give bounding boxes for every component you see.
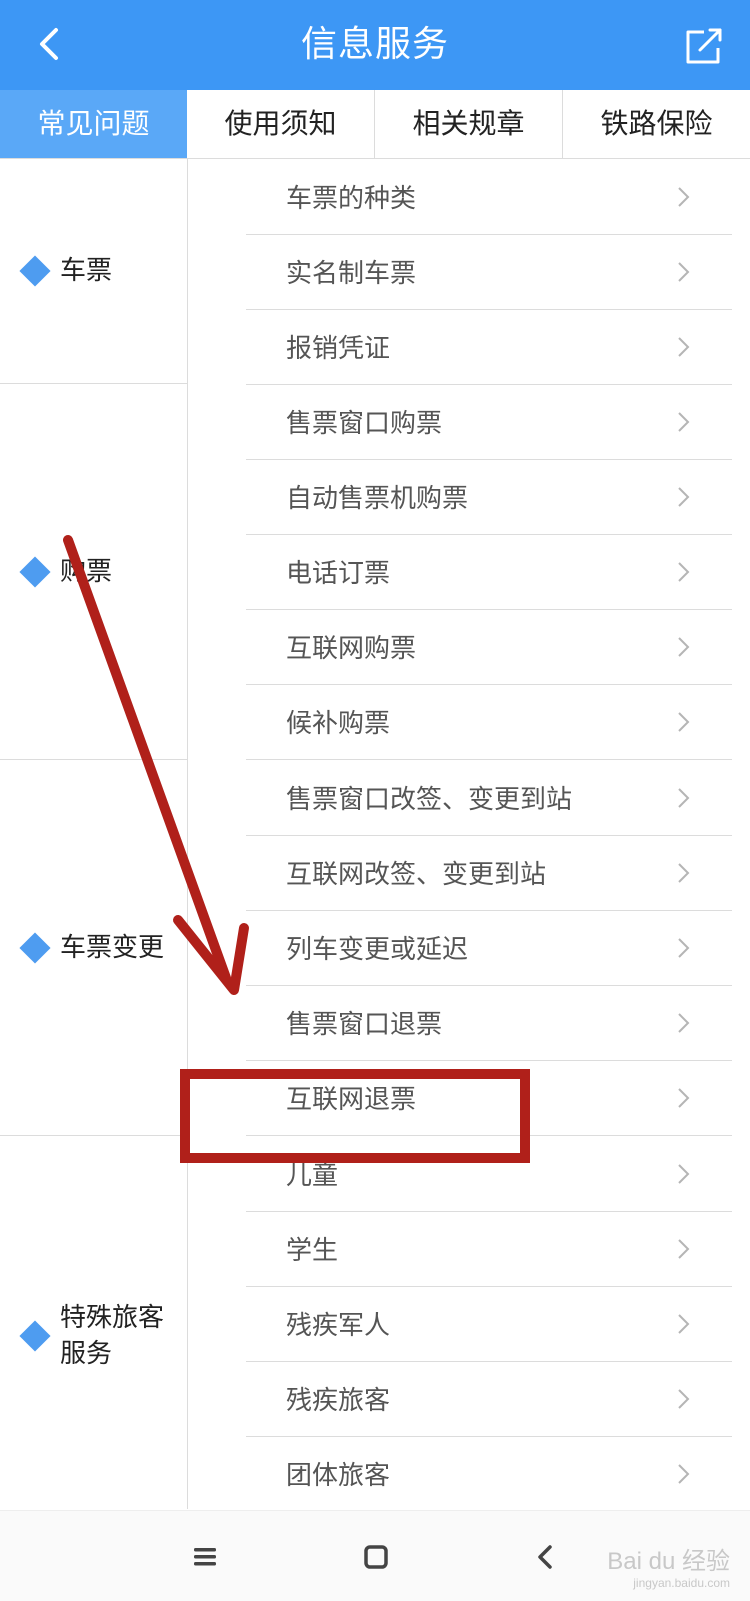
chevron-right-icon — [678, 711, 690, 732]
category-special-passengers[interactable]: 特殊旅客服务 — [0, 1136, 188, 1509]
tab-railway-insurance[interactable]: 铁路保险 — [563, 90, 750, 158]
category-tickets[interactable]: 车票 — [0, 159, 188, 384]
list-item[interactable]: 售票窗口改签、变更到站 — [246, 760, 732, 836]
share-icon[interactable] — [682, 24, 726, 68]
list-item[interactable]: 残疾旅客 — [246, 1361, 732, 1437]
list-item[interactable]: 报销凭证 — [246, 309, 732, 385]
watermark-sub: jingyan.baidu.com — [633, 1576, 730, 1590]
chevron-right-icon — [678, 186, 690, 207]
item-label: 售票窗口改签、变更到站 — [286, 785, 573, 815]
tab-usage-notice[interactable]: 使用须知 — [187, 90, 375, 158]
chevron-right-icon — [678, 636, 690, 657]
chevron-right-icon — [678, 1388, 690, 1409]
list-item[interactable]: 互联网改签、变更到站 — [246, 835, 732, 911]
list-item[interactable]: 学生 — [246, 1211, 732, 1287]
chevron-right-icon — [678, 1238, 690, 1259]
item-label: 互联网改签、变更到站 — [286, 860, 547, 890]
category-label: 车票变更 — [60, 932, 165, 963]
item-label: 团体旅客 — [286, 1461, 391, 1491]
item-label: 候补购票 — [286, 709, 391, 739]
category-purchase[interactable]: 购票 — [0, 384, 188, 760]
chevron-right-icon — [678, 1313, 690, 1334]
item-label: 车票的种类 — [286, 184, 417, 214]
watermark: Bai du 经验 jingyan.baidu.com — [607, 1541, 730, 1590]
item-label: 互联网购票 — [286, 634, 417, 664]
back-icon[interactable] — [526, 1539, 566, 1575]
chevron-right-icon — [678, 261, 690, 282]
item-label: 电话订票 — [286, 559, 391, 589]
menu-icon[interactable] — [186, 1539, 226, 1575]
category-ticket-change[interactable]: 车票变更 — [0, 760, 188, 1136]
item-label: 列车变更或延迟 — [286, 935, 469, 965]
item-label: 儿童 — [286, 1161, 339, 1191]
chevron-right-icon — [678, 336, 690, 357]
item-label: 学生 — [286, 1236, 339, 1266]
list-item[interactable]: 候补购票 — [246, 684, 732, 760]
list-item[interactable]: 电话订票 — [246, 534, 732, 610]
chevron-right-icon — [678, 1087, 690, 1108]
diamond-icon — [19, 555, 51, 588]
list-item[interactable]: 互联网购票 — [246, 609, 732, 685]
category-label: 特殊旅客服务 — [60, 1303, 165, 1369]
list-item[interactable]: 列车变更或延迟 — [246, 910, 732, 986]
diamond-icon — [19, 931, 51, 964]
item-label: 互联网退票 — [286, 1085, 417, 1115]
chevron-right-icon — [678, 1463, 690, 1484]
chevron-right-icon — [678, 1012, 690, 1033]
item-label: 残疾旅客 — [286, 1386, 391, 1416]
list-item-highlighted[interactable]: 互联网退票 — [246, 1060, 732, 1136]
list-item[interactable]: 实名制车票 — [246, 234, 732, 310]
page-title: 信息服务 — [300, 24, 449, 65]
item-label: 报销凭证 — [286, 334, 391, 364]
list-item[interactable]: 残疾军人 — [246, 1286, 732, 1362]
faq-list: 车票 购票 车票变更 特殊旅客服务 车票的种类 实名制车票 报销凭证 售票窗口购… — [0, 159, 750, 1509]
chevron-right-icon — [678, 862, 690, 883]
diamond-icon — [19, 1320, 51, 1352]
tab-bar: 常见问题 使用须知 相关规章 铁路保险 — [0, 90, 750, 159]
chevron-right-icon — [678, 561, 690, 582]
app-header: 信息服务 — [0, 0, 750, 90]
tab-faq[interactable]: 常见问题 — [0, 90, 187, 158]
category-label: 购票 — [60, 556, 113, 587]
list-item[interactable]: 团体旅客 — [246, 1436, 732, 1509]
list-item[interactable]: 售票窗口购票 — [246, 384, 732, 460]
list-item[interactable]: 自动售票机购票 — [246, 459, 732, 535]
home-icon[interactable] — [356, 1539, 396, 1575]
chevron-right-icon — [678, 937, 690, 958]
tab-regulations[interactable]: 相关规章 — [375, 90, 563, 158]
item-label: 自动售票机购票 — [286, 484, 469, 514]
item-label: 实名制车票 — [286, 259, 417, 289]
chevron-right-icon — [678, 486, 690, 507]
watermark-text: Bai du 经验 — [607, 1548, 730, 1575]
item-label: 残疾军人 — [286, 1311, 391, 1341]
chevron-right-icon — [678, 411, 690, 432]
diamond-icon — [19, 255, 51, 287]
list-item[interactable]: 售票窗口退票 — [246, 985, 732, 1061]
chevron-right-icon — [678, 787, 690, 808]
item-label: 售票窗口购票 — [286, 409, 443, 439]
list-item[interactable]: 儿童 — [246, 1136, 732, 1212]
item-label: 售票窗口退票 — [286, 1010, 443, 1040]
chevron-right-icon — [678, 1163, 690, 1184]
system-nav-bar: Bai du 经验 jingyan.baidu.com — [0, 1510, 750, 1601]
list-item[interactable]: 车票的种类 — [246, 159, 732, 235]
category-label: 车票 — [60, 256, 113, 286]
